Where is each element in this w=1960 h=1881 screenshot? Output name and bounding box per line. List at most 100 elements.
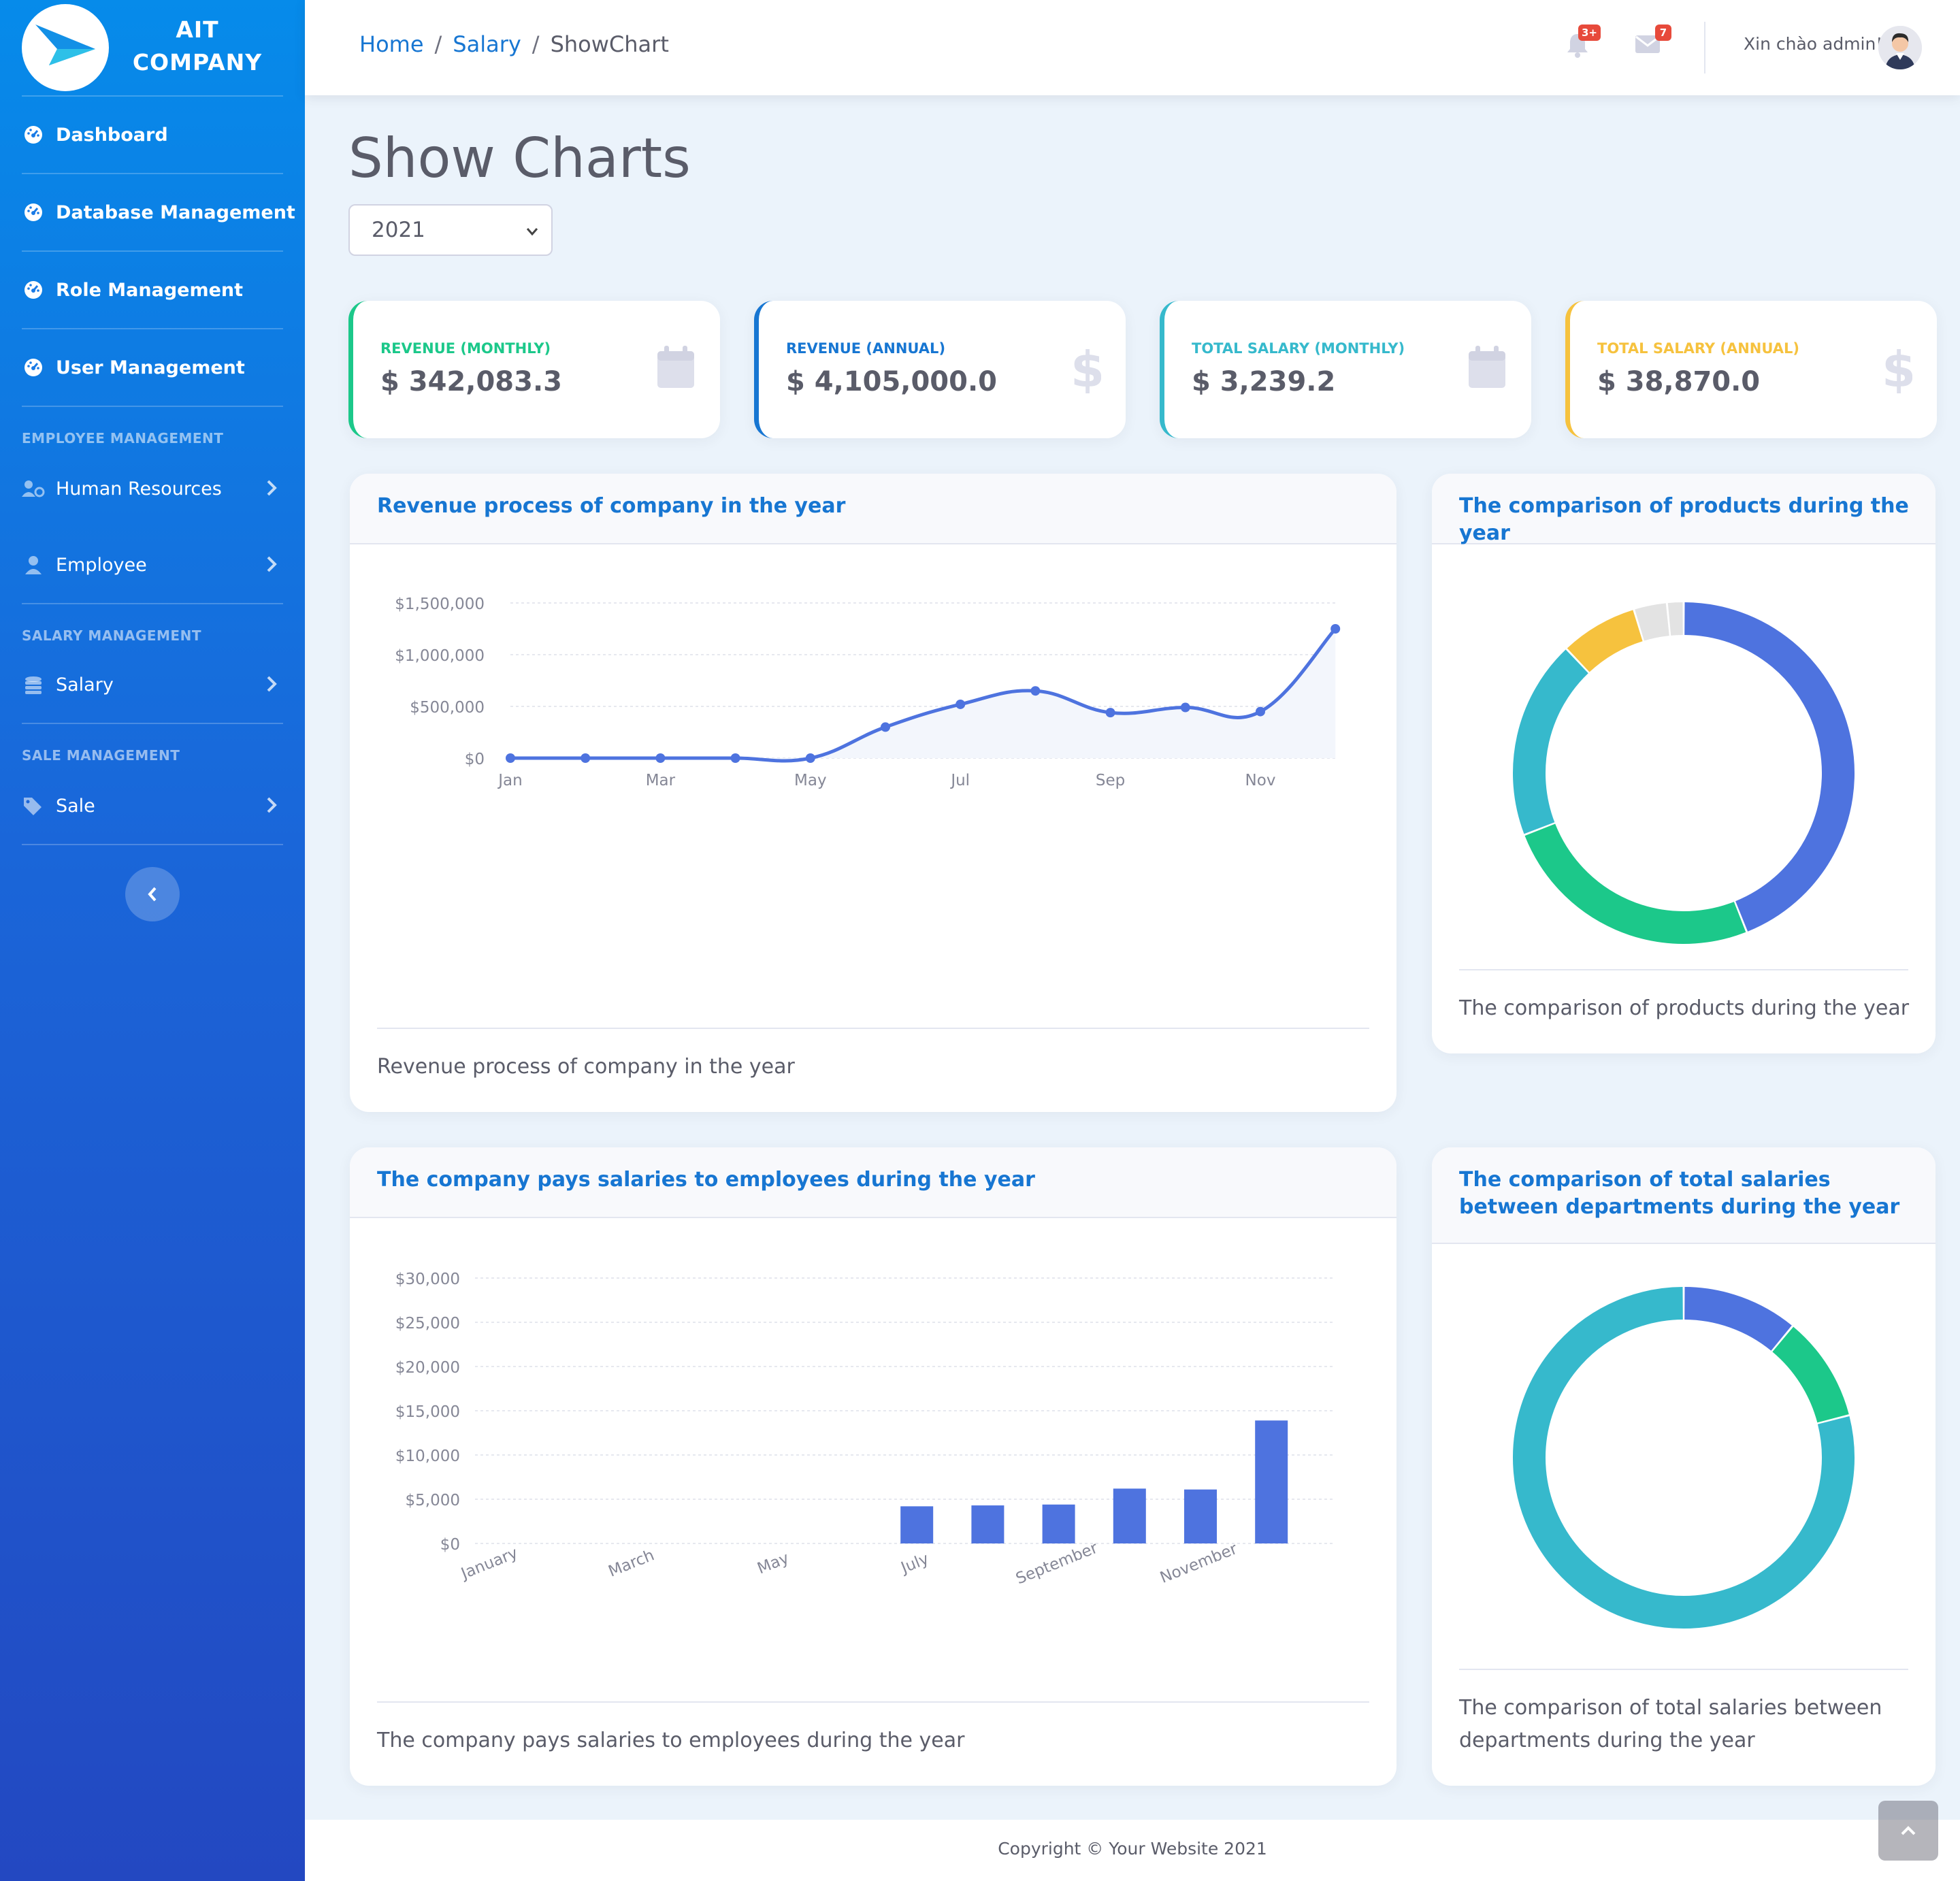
- sidebar-item-salary[interactable]: Salary: [0, 660, 305, 709]
- page-title: Show Charts: [348, 127, 691, 190]
- chevron-right-icon: [267, 676, 277, 692]
- alerts-badge: 3+: [1578, 24, 1601, 41]
- messages-badge: 7: [1655, 24, 1671, 41]
- sidebar-divider: [22, 173, 283, 174]
- stat-label: REVENUE (ANNUAL): [786, 340, 946, 357]
- donut-slice: [1771, 1326, 1849, 1423]
- stat-card-total-salary-monthly: TOTAL SALARY (MONTHLY) $ 3,239.2: [1160, 301, 1531, 438]
- messages-button[interactable]: 7: [1635, 24, 1671, 57]
- tachometer-icon: [22, 278, 45, 301]
- y-tick-label: $5,000: [406, 1492, 460, 1509]
- sidebar-divider: [22, 250, 283, 252]
- sidebar-item-label: Database Management: [56, 201, 295, 223]
- x-tick-label: September: [1013, 1539, 1100, 1588]
- x-tick-label: May: [794, 772, 827, 789]
- stat-value: $ 342,083.3: [380, 366, 562, 397]
- revenue-chart-card: Revenue process of company in the year $…: [350, 474, 1396, 1112]
- brand-line2: COMPANY: [132, 49, 263, 76]
- x-tick-label: Mar: [646, 772, 676, 789]
- brand[interactable]: AIT COMPANY: [0, 0, 305, 95]
- brand-logo: [22, 4, 109, 91]
- salaries-bar-chart: $0 $5,000 $10,000 $15,000 $20,000 $25,000 $30,…: [395, 1271, 1335, 1588]
- sidebar-item-label: Employee: [56, 554, 147, 576]
- user-avatar-icon: [1878, 26, 1922, 69]
- bar: [1255, 1420, 1288, 1543]
- sidebar-item-label: Sale: [56, 795, 95, 817]
- tachometer-icon: [22, 201, 45, 224]
- donut-slice: [1513, 649, 1589, 834]
- data-point: [1256, 706, 1265, 717]
- donut-slice: [1567, 610, 1644, 672]
- sidebar-divider: [22, 406, 283, 407]
- breadcrumb: Home / Salary / ShowChart: [359, 31, 669, 57]
- sidebar-divider: [22, 723, 283, 724]
- chevron-left-icon: [148, 887, 157, 902]
- year-select[interactable]: 2021: [348, 204, 553, 256]
- breadcrumb-salary-link[interactable]: Salary: [453, 31, 521, 57]
- x-tick-label: Jan: [497, 772, 522, 789]
- chevron-right-icon: [267, 797, 277, 813]
- donut-slice: [1524, 823, 1746, 944]
- sidebar-item-dashboard[interactable]: Dashboard: [0, 110, 305, 159]
- brand-name: AIT COMPANY: [122, 14, 272, 79]
- data-point: [881, 722, 890, 732]
- tags-icon: [22, 794, 45, 817]
- scroll-to-top-button[interactable]: [1878, 1801, 1938, 1861]
- sidebar-item-sale[interactable]: Sale: [0, 781, 305, 830]
- x-tick-label: July: [898, 1550, 932, 1577]
- y-tick-label: $15,000: [395, 1403, 460, 1421]
- breadcrumb-home-link[interactable]: Home: [359, 31, 424, 57]
- chevron-down-icon: [526, 228, 538, 236]
- sidebar-item-employee[interactable]: Employee: [0, 540, 305, 589]
- sidebar-item-role-management[interactable]: Role Management: [0, 265, 305, 314]
- sidebar-item-label: Role Management: [56, 279, 244, 301]
- card-title: The comparison of total salaries between…: [1459, 1168, 1900, 1219]
- x-tick-label: March: [606, 1546, 657, 1580]
- x-tick-label: January: [457, 1544, 520, 1584]
- brand-line1: AIT: [176, 16, 219, 43]
- card-caption: The comparison of products during the ye…: [1459, 996, 1910, 1020]
- coins-icon: [22, 673, 45, 696]
- stat-card-revenue-monthly: REVENUE (MONTHLY) $ 342,083.3: [348, 301, 720, 438]
- user-icon: [22, 553, 45, 576]
- y-tick-label: $30,000: [395, 1271, 460, 1288]
- bar: [900, 1506, 934, 1543]
- paper-plane-logo-icon: [35, 24, 95, 65]
- year-select-value: 2021: [372, 218, 425, 242]
- revenue-line-chart: $0 $500,000 $1,000,000 $1,500,000 Jan Mar May J…: [395, 595, 1341, 789]
- donut-slice: [1635, 603, 1670, 641]
- data-point: [730, 753, 740, 763]
- user-greeting[interactable]: Xin chào admin!: [1744, 34, 1882, 54]
- sidebar-divider: [22, 844, 283, 845]
- stat-label: REVENUE (MONTHLY): [380, 340, 551, 357]
- alerts-button[interactable]: 3+: [1565, 24, 1601, 61]
- tachometer-icon: [22, 356, 45, 379]
- footer-copyright: Copyright © Your Website 2021: [998, 1839, 1267, 1859]
- sidebar-heading-sale: SALE MANAGEMENT: [22, 747, 180, 764]
- tachometer-icon: [22, 123, 45, 146]
- sidebar-item-database-management[interactable]: Database Management: [0, 188, 305, 237]
- sidebar-toggle-button[interactable]: [125, 867, 180, 921]
- topbar: Home / Salary / ShowChart 3+ 7 Xin chào …: [305, 0, 1960, 95]
- x-tick-label: Nov: [1245, 772, 1276, 789]
- sidebar-item-user-management[interactable]: User Management: [0, 343, 305, 392]
- y-tick-label: $25,000: [395, 1315, 460, 1332]
- svg-text:$: $: [1885, 344, 1912, 393]
- sidebar-item-label: User Management: [56, 357, 245, 378]
- donut-slice: [1684, 602, 1855, 932]
- data-point: [506, 753, 515, 763]
- x-tick-label: Jul: [949, 772, 970, 789]
- departments-chart-card: The comparison of total salaries between…: [1432, 1147, 1936, 1786]
- svg-text:$: $: [1074, 344, 1101, 393]
- y-tick-label: $500,000: [410, 699, 485, 717]
- dollar-icon: $: [1074, 344, 1101, 393]
- avatar[interactable]: [1878, 26, 1922, 69]
- data-point: [1180, 702, 1190, 713]
- breadcrumb-current: ShowChart: [550, 31, 669, 57]
- stat-card-revenue-annual: REVENUE (ANNUAL) $ 4,105,000.0 $: [754, 301, 1126, 438]
- sidebar-item-label: Salary: [56, 674, 114, 696]
- sidebar-item-human-resources[interactable]: Human Resources: [0, 464, 305, 513]
- sidebar-heading-employee: EMPLOYEE MANAGEMENT: [22, 430, 224, 446]
- calendar-icon: [657, 346, 694, 388]
- y-tick-label: $0: [465, 751, 485, 768]
